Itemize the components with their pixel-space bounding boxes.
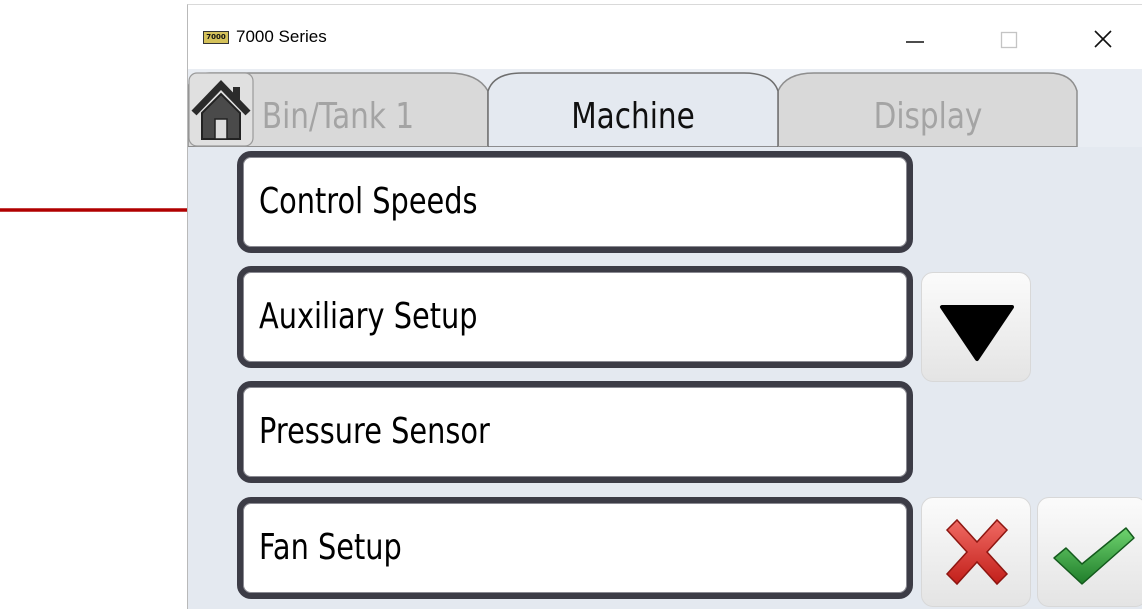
home-button[interactable] <box>188 69 254 147</box>
close-button[interactable] <box>1081 19 1125 59</box>
menu-item-label: Auxiliary Setup <box>259 296 478 337</box>
red-x-icon <box>945 518 1009 586</box>
green-check-icon <box>1053 527 1135 585</box>
menu-item-label: Pressure Sensor <box>259 411 490 452</box>
maximize-button[interactable] <box>987 19 1031 59</box>
triangle-down-icon <box>940 305 1014 361</box>
title-bar: 7000 7000 Series <box>188 5 1142 69</box>
pressure-sensor-button[interactable]: Pressure Sensor <box>237 381 913 483</box>
machine-settings-panel: Control Speeds Auxiliary Setup Pressure … <box>188 147 1142 609</box>
menu-item-label: Fan Setup <box>259 527 402 568</box>
tab-display[interactable]: Display <box>805 87 1051 147</box>
minimize-button[interactable] <box>893 19 937 59</box>
fan-setup-button[interactable]: Fan Setup <box>237 497 913 599</box>
menu-item-label: Control Speeds <box>259 181 478 222</box>
tab-bar: Bin/Tank 1 Machine Display <box>188 69 1142 147</box>
app-icon: 7000 <box>203 31 229 44</box>
auxiliary-setup-button[interactable]: Auxiliary Setup <box>237 266 913 368</box>
tab-machine[interactable]: Machine <box>514 87 752 147</box>
scroll-down-button[interactable] <box>921 272 1031 382</box>
confirm-button[interactable] <box>1037 497 1142 607</box>
control-speeds-button[interactable]: Control Speeds <box>237 151 913 253</box>
app-window: 7000 7000 Series Bin/Tank 1 Machine Disp… <box>187 4 1142 609</box>
cancel-button[interactable] <box>921 497 1031 607</box>
window-title: 7000 Series <box>236 27 327 46</box>
